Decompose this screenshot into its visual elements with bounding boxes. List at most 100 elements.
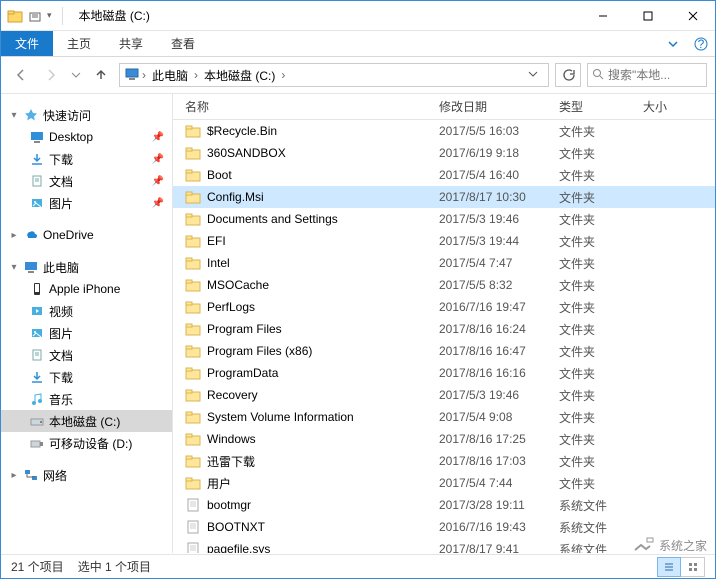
table-row[interactable]: Windows2017/8/16 17:25文件夹 bbox=[173, 428, 715, 450]
folder-icon bbox=[185, 123, 201, 139]
table-row[interactable]: Documents and Settings2017/5/3 19:46文件夹 bbox=[173, 208, 715, 230]
file-icon bbox=[185, 497, 201, 513]
expand-icon[interactable]: ▸ bbox=[9, 470, 19, 481]
back-button[interactable] bbox=[9, 63, 33, 87]
help-button[interactable]: ? bbox=[687, 31, 715, 56]
column-size[interactable]: 大小 bbox=[631, 98, 715, 115]
table-row[interactable]: System Volume Information2017/5/4 9:08文件… bbox=[173, 406, 715, 428]
file-type: 文件夹 bbox=[547, 277, 631, 294]
column-date[interactable]: 修改日期 bbox=[427, 98, 547, 115]
table-row[interactable]: Intel2017/5/4 7:47文件夹 bbox=[173, 252, 715, 274]
table-row[interactable]: 360SANDBOX2017/6/19 9:18文件夹 bbox=[173, 142, 715, 164]
address-dropdown-button[interactable] bbox=[522, 68, 544, 82]
ribbon-expand-button[interactable] bbox=[659, 31, 687, 56]
search-box[interactable] bbox=[587, 63, 707, 87]
table-row[interactable]: BOOTNXT2016/7/16 19:43系统文件 bbox=[173, 516, 715, 538]
file-date: 2017/8/16 17:25 bbox=[427, 432, 547, 446]
crumb-drive-c[interactable]: 本地磁盘 (C:) bbox=[200, 67, 279, 84]
sidebar-item[interactable]: 音乐 bbox=[1, 388, 172, 410]
table-row[interactable]: bootmgr2017/3/28 19:11系统文件 bbox=[173, 494, 715, 516]
nav-this-pc[interactable]: ▾ 此电脑 bbox=[1, 256, 172, 278]
nav-onedrive[interactable]: ▸ OneDrive bbox=[1, 224, 172, 246]
column-type[interactable]: 类型 bbox=[547, 98, 631, 115]
sidebar-item[interactable]: 文档 bbox=[1, 344, 172, 366]
collapse-icon[interactable]: ▾ bbox=[9, 110, 19, 121]
sidebar-item[interactable]: Apple iPhone bbox=[1, 278, 172, 300]
sidebar-item[interactable]: 可移动设备 (D:) bbox=[1, 432, 172, 454]
chevron-right-icon[interactable]: › bbox=[192, 68, 200, 82]
tab-share[interactable]: 共享 bbox=[105, 31, 157, 56]
forward-button[interactable] bbox=[39, 63, 63, 87]
minimize-button[interactable] bbox=[580, 1, 625, 30]
sidebar-item-label: 下载 bbox=[49, 151, 73, 168]
file-name: PerfLogs bbox=[207, 300, 255, 314]
sidebar-item[interactable]: 视频 bbox=[1, 300, 172, 322]
qat-chevron-down-icon[interactable]: ▾ bbox=[47, 10, 52, 21]
address-bar: › 此电脑 › 本地磁盘 (C:) › bbox=[1, 57, 715, 94]
sidebar-item-label: 文档 bbox=[49, 173, 73, 190]
table-row[interactable]: Boot2017/5/4 16:40文件夹 bbox=[173, 164, 715, 186]
sidebar-item[interactable]: 图片 bbox=[1, 322, 172, 344]
nav-network[interactable]: ▸ 网络 bbox=[1, 464, 172, 486]
nav-quick-access[interactable]: ▾ 快速访问 bbox=[1, 104, 172, 126]
file-date: 2017/6/19 9:18 bbox=[427, 146, 547, 160]
file-type: 文件夹 bbox=[547, 365, 631, 382]
close-button[interactable] bbox=[670, 1, 715, 30]
sidebar-item-图片[interactable]: 图片📌 bbox=[1, 192, 172, 214]
table-row[interactable]: Program Files2017/8/16 16:24文件夹 bbox=[173, 318, 715, 340]
column-name[interactable]: 名称 bbox=[173, 98, 427, 115]
file-type: 文件夹 bbox=[547, 145, 631, 162]
sidebar-item-label: 可移动设备 (D:) bbox=[49, 435, 132, 452]
sidebar-item-下载[interactable]: 下载 📌 bbox=[1, 148, 172, 170]
search-input[interactable] bbox=[608, 68, 702, 82]
chevron-right-icon[interactable]: › bbox=[140, 68, 148, 82]
sidebar-item-desktop[interactable]: Desktop📌 bbox=[1, 126, 172, 148]
refresh-button[interactable] bbox=[555, 63, 581, 87]
sidebar-item-label: 视频 bbox=[49, 303, 73, 320]
file-date: 2017/5/5 8:32 bbox=[427, 278, 547, 292]
icons-view-button[interactable] bbox=[681, 557, 705, 577]
sidebar-item[interactable]: 本地磁盘 (C:) bbox=[1, 410, 172, 432]
file-date: 2016/7/16 19:43 bbox=[427, 520, 547, 534]
details-view-button[interactable] bbox=[657, 557, 681, 577]
collapse-icon[interactable]: ▾ bbox=[9, 262, 19, 273]
table-row[interactable]: Program Files (x86)2017/8/16 16:47文件夹 bbox=[173, 340, 715, 362]
chevron-right-icon[interactable]: › bbox=[279, 68, 287, 82]
folder-icon bbox=[185, 321, 201, 337]
sidebar-item-文档[interactable]: 文档 📌 bbox=[1, 170, 172, 192]
tab-view[interactable]: 查看 bbox=[157, 31, 209, 56]
pin-icon: 📌 bbox=[152, 176, 164, 187]
tab-file[interactable]: 文件 bbox=[1, 31, 53, 56]
sidebar-item[interactable]: 下载 bbox=[1, 366, 172, 388]
file-date: 2017/5/3 19:46 bbox=[427, 388, 547, 402]
table-row[interactable]: EFI2017/5/3 19:44文件夹 bbox=[173, 230, 715, 252]
file-date: 2017/8/16 16:24 bbox=[427, 322, 547, 336]
file-type: 文件夹 bbox=[547, 189, 631, 206]
table-row[interactable]: Config.Msi2017/8/17 10:30文件夹 bbox=[173, 186, 715, 208]
pin-icon: 📌 bbox=[152, 154, 164, 165]
file-date: 2017/8/17 10:30 bbox=[427, 190, 547, 204]
breadcrumb[interactable]: › 此电脑 › 本地磁盘 (C:) › bbox=[119, 63, 549, 87]
table-row[interactable]: ProgramData2017/8/16 16:16文件夹 bbox=[173, 362, 715, 384]
title-bar: ▾ 本地磁盘 (C:) bbox=[1, 1, 715, 31]
properties-icon[interactable] bbox=[27, 8, 43, 24]
maximize-button[interactable] bbox=[625, 1, 670, 30]
file-list[interactable]: $Recycle.Bin2017/5/5 16:03文件夹360SANDBOX2… bbox=[173, 120, 715, 553]
file-name: BOOTNXT bbox=[207, 520, 265, 534]
table-row[interactable]: 用户2017/5/4 7:44文件夹 bbox=[173, 472, 715, 494]
file-date: 2017/5/4 16:40 bbox=[427, 168, 547, 182]
table-row[interactable]: 迅雷下载2017/8/16 17:03文件夹 bbox=[173, 450, 715, 472]
table-row[interactable]: $Recycle.Bin2017/5/5 16:03文件夹 bbox=[173, 120, 715, 142]
table-row[interactable]: PerfLogs2016/7/16 19:47文件夹 bbox=[173, 296, 715, 318]
file-type: 系统文件 bbox=[547, 541, 631, 554]
file-name: Boot bbox=[207, 168, 232, 182]
tab-home[interactable]: 主页 bbox=[53, 31, 105, 56]
table-row[interactable]: Recovery2017/5/3 19:46文件夹 bbox=[173, 384, 715, 406]
recent-locations-button[interactable] bbox=[69, 63, 83, 87]
table-row[interactable]: pagefile.sys2017/8/17 9:41系统文件 bbox=[173, 538, 715, 553]
crumb-this-pc[interactable]: 此电脑 bbox=[148, 67, 192, 84]
up-button[interactable] bbox=[89, 63, 113, 87]
expand-icon[interactable]: ▸ bbox=[9, 230, 19, 241]
table-row[interactable]: MSOCache2017/5/5 8:32文件夹 bbox=[173, 274, 715, 296]
column-header: 名称 修改日期 类型 大小 bbox=[173, 94, 715, 120]
